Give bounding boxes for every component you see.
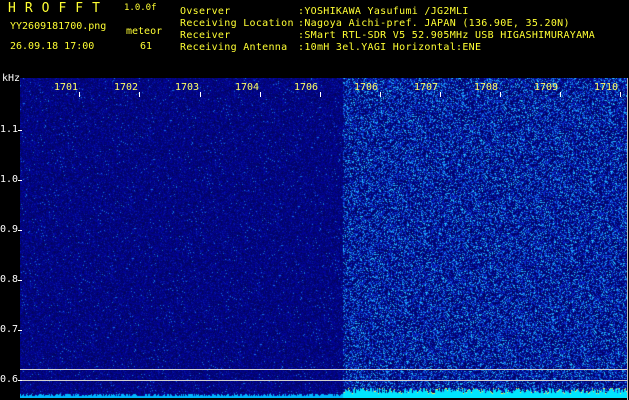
y-tick-label: 0.9 [0, 224, 19, 235]
x-tick [380, 92, 381, 97]
info-value-receiver: :SMart RTL-SDR V5 52.905MHz USB HIGASHIM… [298, 30, 596, 41]
info-key-observer: Ovserver [180, 6, 231, 17]
app-brand: HROFFT [8, 1, 109, 16]
x-tick-label: 1709 [534, 82, 559, 93]
x-tick [620, 92, 621, 97]
spectrogram-canvas [20, 78, 627, 398]
y-tick [18, 180, 22, 181]
y-tick [18, 330, 22, 331]
x-tick [320, 92, 321, 97]
y-tick-label: 0.8 [0, 274, 19, 285]
x-tick [260, 92, 261, 97]
info-value-observer: :YOSHIKAWA Yasufumi /JG2MLI [298, 6, 469, 17]
info-key-antenna: Receiving Antenna [180, 42, 288, 53]
x-tick-label: 1707 [414, 82, 439, 93]
reference-line-upper [20, 369, 627, 370]
y-tick-label: 0.7 [0, 324, 19, 335]
x-tick [200, 92, 201, 97]
y-tick [18, 130, 22, 131]
x-tick-label: 1704 [235, 82, 260, 93]
y-tick [18, 230, 22, 231]
y-tick-label: 1.1 [0, 124, 19, 135]
info-value-antenna: :10mH 3el.YAGI Horizontal:ENE [298, 42, 482, 53]
spectrogram [20, 78, 627, 398]
x-tick-label: 1706 [294, 82, 319, 93]
x-tick [500, 92, 501, 97]
x-tick [560, 92, 561, 97]
info-key-receiver: Receiver [180, 30, 231, 41]
x-tick-label: 1703 [175, 82, 200, 93]
x-tick [79, 92, 80, 97]
y-axis-unit: kHz [2, 73, 21, 84]
y-tick [18, 380, 22, 381]
x-tick [139, 92, 140, 97]
y-tick [18, 280, 22, 281]
x-tick-label: 1702 [114, 82, 139, 93]
meteor-count: 61 [140, 41, 153, 52]
info-value-location: :Nagoya Aichi-pref. JAPAN (136.90E, 35.2… [298, 18, 570, 29]
x-tick [440, 92, 441, 97]
app-version: 1.0.0f [124, 3, 157, 13]
meteor-label: meteor [126, 26, 163, 37]
file-name: YY2609181700.png [10, 21, 107, 32]
y-tick-label: 1.0 [0, 174, 19, 185]
x-tick-label: 1706 [354, 82, 379, 93]
hrofft-window: HROFFT 1.0.0f YY2609181700.png meteor 26… [0, 0, 629, 400]
x-tick-label: 1710 [594, 82, 619, 93]
capture-datetime: 26.09.18 17:00 [10, 41, 95, 52]
x-tick-label: 1708 [474, 82, 499, 93]
x-tick-label: 1701 [54, 82, 79, 93]
reference-line-lower [20, 380, 627, 381]
y-tick-label: 0.6 [0, 374, 19, 385]
info-key-location: Receiving Location [180, 18, 294, 29]
spectrogram-right-border [627, 78, 628, 400]
